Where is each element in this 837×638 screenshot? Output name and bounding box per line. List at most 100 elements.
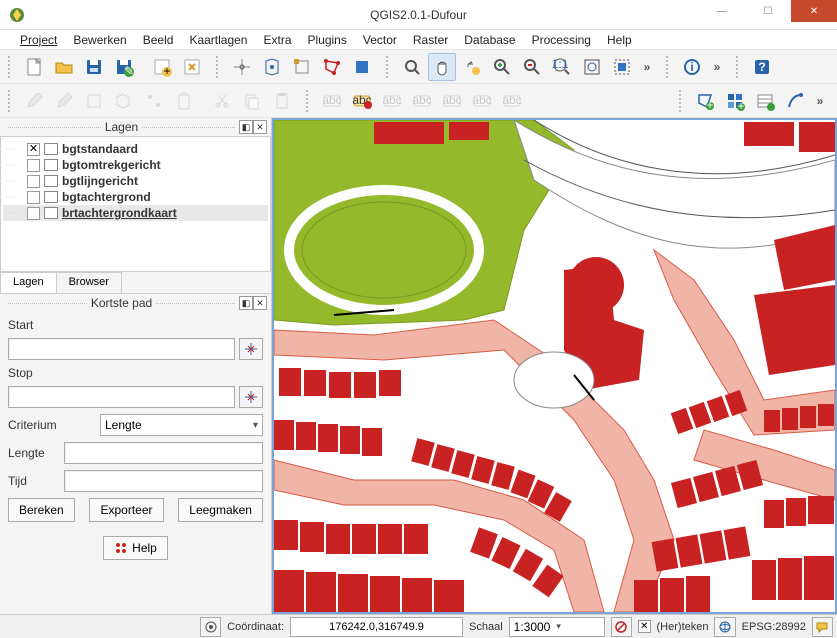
- label-abc1-button[interactable]: abc: [318, 87, 346, 115]
- layer-row[interactable]: ⋯ bgtlijngericht: [3, 173, 268, 189]
- toolbar-grip[interactable]: [8, 90, 14, 112]
- tree-expander-icon[interactable]: ⋯: [5, 192, 23, 203]
- maximize-button[interactable]: ☐: [745, 0, 791, 22]
- layer-visibility-checkbox[interactable]: ✕: [27, 143, 40, 156]
- bereken-button[interactable]: Bereken: [8, 498, 75, 522]
- delete-selected-button[interactable]: [170, 87, 198, 115]
- select-polygon-button[interactable]: [318, 53, 346, 81]
- stop-input[interactable]: [8, 386, 235, 408]
- sp-help-button[interactable]: Help: [103, 536, 168, 560]
- toolbar-grip[interactable]: [8, 56, 14, 78]
- zoom-layer-button[interactable]: [578, 53, 606, 81]
- coord-field[interactable]: 176242.0,316749.9: [290, 617, 463, 637]
- save-button[interactable]: [80, 53, 108, 81]
- tijd-input[interactable]: [64, 470, 263, 492]
- minimize-button[interactable]: —: [699, 0, 745, 22]
- toolbar-grip[interactable]: [386, 56, 392, 78]
- undock-panel-button[interactable]: ◧: [239, 296, 253, 310]
- paste-button[interactable]: [268, 87, 296, 115]
- menu-raster[interactable]: Raster: [405, 31, 456, 49]
- menu-vector[interactable]: Vector: [355, 31, 405, 49]
- select-rect-button[interactable]: [348, 53, 376, 81]
- menu-extra[interactable]: Extra: [255, 31, 299, 49]
- label-abc6-button[interactable]: abc: [468, 87, 496, 115]
- layer-visibility-checkbox[interactable]: [27, 159, 40, 172]
- tree-expander-icon[interactable]: ⋯: [5, 208, 23, 219]
- close-panel-button[interactable]: ✕: [253, 296, 267, 310]
- zoom-selection-button[interactable]: [608, 53, 636, 81]
- lengte-input[interactable]: [64, 442, 263, 464]
- label-abc3-button[interactable]: abc: [378, 87, 406, 115]
- tree-expander-icon[interactable]: ⋯: [5, 176, 23, 187]
- menu-beeld[interactable]: Beeld: [135, 31, 182, 49]
- layer-visibility-checkbox[interactable]: [27, 175, 40, 188]
- toggle-edit-button[interactable]: [20, 87, 48, 115]
- tab-browser[interactable]: Browser: [56, 272, 122, 293]
- label-abc4-button[interactable]: abc: [408, 87, 436, 115]
- tree-expander-icon[interactable]: ⋯: [5, 144, 23, 155]
- start-input[interactable]: [8, 338, 235, 360]
- criterium-select[interactable]: Lengte: [100, 414, 263, 436]
- zoom-in-button[interactable]: [488, 53, 516, 81]
- add-delimited-layer-button[interactable]: [751, 87, 779, 115]
- zoom-out-button[interactable]: [518, 53, 546, 81]
- save-as-button[interactable]: ✎: [110, 53, 138, 81]
- label-abc2-button[interactable]: abc: [348, 87, 376, 115]
- new-print-composer-button[interactable]: +: [148, 53, 176, 81]
- map-canvas[interactable]: [272, 118, 837, 614]
- toolbar-grip[interactable]: [666, 56, 672, 78]
- menu-bewerken[interactable]: Bewerken: [65, 31, 134, 49]
- toolbar-overflow-icon[interactable]: »: [638, 60, 656, 74]
- layer-row[interactable]: ⋯ ✕ bgtstandaard: [3, 141, 268, 157]
- add-raster-layer-button[interactable]: +: [721, 87, 749, 115]
- leegmaken-button[interactable]: Leegmaken: [178, 498, 263, 522]
- menu-project[interactable]: Project: [12, 31, 65, 49]
- zoom-1to1-button[interactable]: 1:1: [548, 53, 576, 81]
- toolbar-grip[interactable]: [216, 56, 222, 78]
- close-button[interactable]: ✕: [791, 0, 837, 22]
- add-feature-button[interactable]: [80, 87, 108, 115]
- close-panel-button[interactable]: ✕: [253, 120, 267, 134]
- label-abc5-button[interactable]: abc: [438, 87, 466, 115]
- cut-button[interactable]: [208, 87, 236, 115]
- menu-plugins[interactable]: Plugins: [300, 31, 355, 49]
- pan-rotate-button[interactable]: [458, 53, 486, 81]
- menu-kaartlagen[interactable]: Kaartlagen: [181, 31, 255, 49]
- toolbar-overflow-icon[interactable]: »: [708, 60, 726, 74]
- toolbar-grip[interactable]: [306, 90, 312, 112]
- layer-row[interactable]: ⋯ bgtachtergrond: [3, 189, 268, 205]
- help-button[interactable]: ?: [748, 53, 776, 81]
- add-vector-layer-button[interactable]: +: [691, 87, 719, 115]
- toolbar-grip[interactable]: [736, 56, 742, 78]
- messages-button[interactable]: [812, 617, 833, 637]
- pick-stop-button[interactable]: [239, 386, 263, 408]
- menu-database[interactable]: Database: [456, 31, 523, 49]
- exporteer-button[interactable]: Exporteer: [89, 498, 163, 522]
- layer-visibility-checkbox[interactable]: [27, 191, 40, 204]
- toolbar-grip[interactable]: [679, 90, 685, 112]
- menu-help[interactable]: Help: [599, 31, 640, 49]
- schaal-select[interactable]: 1:3000: [509, 617, 605, 637]
- pan-to-selection-button[interactable]: [258, 53, 286, 81]
- tab-lagen[interactable]: Lagen: [0, 272, 57, 293]
- node-tool-button[interactable]: [140, 87, 168, 115]
- zoom-native-button[interactable]: [288, 53, 316, 81]
- pick-start-button[interactable]: [239, 338, 263, 360]
- stop-render-button[interactable]: [611, 617, 632, 637]
- render-checkbox[interactable]: ✕: [638, 620, 651, 633]
- copy-button[interactable]: [238, 87, 266, 115]
- save-edits-button[interactable]: [50, 87, 78, 115]
- composer-manager-button[interactable]: [178, 53, 206, 81]
- zoom-full-button[interactable]: [398, 53, 426, 81]
- pan-map-button[interactable]: [228, 53, 256, 81]
- tree-expander-icon[interactable]: ⋯: [5, 160, 23, 171]
- new-project-button[interactable]: [20, 53, 48, 81]
- layer-row[interactable]: ⋯ bgtomtrekgericht: [3, 157, 268, 173]
- toggle-extents-button[interactable]: [200, 617, 221, 637]
- move-feature-button[interactable]: [110, 87, 138, 115]
- undock-panel-button[interactable]: ◧: [239, 120, 253, 134]
- open-project-button[interactable]: [50, 53, 78, 81]
- toolbar-overflow-icon[interactable]: »: [811, 94, 829, 108]
- layer-styling-button[interactable]: [781, 87, 809, 115]
- identify-button[interactable]: i: [678, 53, 706, 81]
